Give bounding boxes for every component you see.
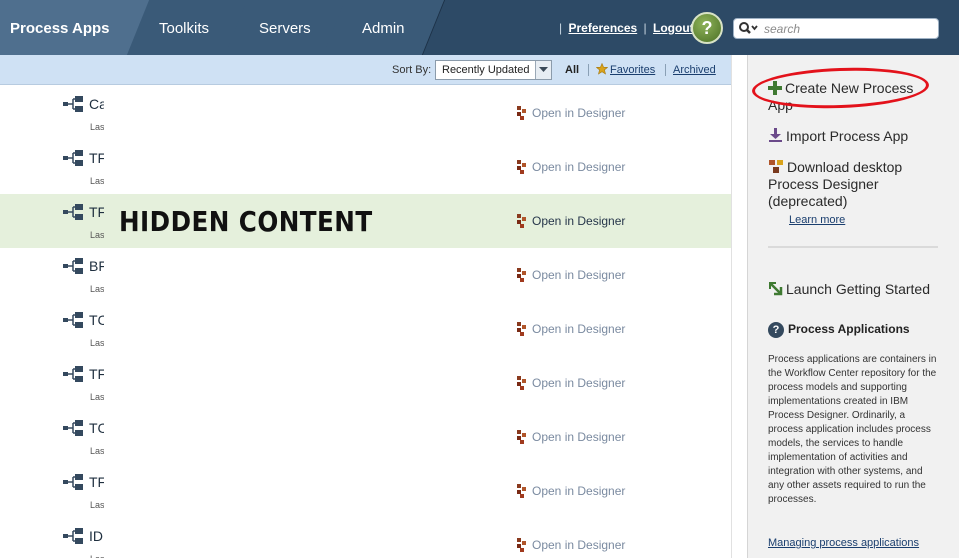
search-input[interactable]: [764, 21, 934, 36]
process-app-icon: [63, 528, 83, 544]
launch-getting-started-action[interactable]: Launch Getting Started: [768, 281, 930, 298]
launch-arrow-icon: [769, 282, 783, 296]
process-app-last-updated: Las: [90, 338, 105, 348]
process-app-icon: [63, 258, 83, 274]
hidden-content-label: HIDDEN CONTENT: [119, 205, 373, 238]
user-links: | Preferences | Logout: [556, 21, 694, 35]
top-navigation-bar: Process Apps Toolkits Servers Admin | Pr…: [0, 0, 959, 55]
open-in-designer-link[interactable]: Open in Designer: [516, 538, 625, 552]
import-process-app-action[interactable]: Import Process App: [768, 128, 908, 145]
download-line-2: Process Designer: [768, 176, 879, 192]
sort-by-label: Sort By:: [392, 64, 432, 76]
designer-icon: [517, 214, 526, 228]
import-icon: [769, 128, 782, 142]
open-in-designer-label: Open in Designer: [532, 322, 626, 336]
process-applications-description: Process applications are containers in t…: [768, 354, 937, 505]
filter-favorites-label: Favorites: [610, 64, 656, 76]
filter-favorites[interactable]: Favorites: [595, 62, 656, 76]
open-in-designer-label: Open in Designer: [532, 538, 626, 552]
process-app-last-updated: Las: [90, 554, 105, 558]
designer-icon: [517, 484, 526, 498]
tab-process-apps[interactable]: Process Apps: [10, 0, 110, 55]
filter-all[interactable]: All: [565, 64, 579, 76]
tab-servers[interactable]: Servers: [259, 0, 311, 55]
open-in-designer-label: Open in Designer: [532, 214, 626, 228]
open-in-designer-link[interactable]: Open in Designer: [516, 214, 625, 228]
divider: [665, 64, 666, 76]
link-separator: |: [643, 21, 647, 35]
process-app-last-updated: Las: [90, 446, 105, 456]
designer-icon: [517, 538, 526, 552]
process-app-last-updated: Las: [90, 284, 105, 294]
open-in-designer-label: Open in Designer: [532, 268, 626, 282]
redaction-mask: [104, 86, 511, 558]
sidebar: Create New Process App Import Process Ap…: [747, 55, 959, 558]
open-in-designer-link[interactable]: Open in Designer: [516, 376, 625, 390]
open-in-designer-link[interactable]: Open in Designer: [516, 322, 625, 336]
import-label: Import Process App: [786, 128, 909, 144]
process-app-last-updated: Las: [90, 176, 105, 186]
open-in-designer-link[interactable]: Open in Designer: [516, 106, 625, 120]
download-line-3: (deprecated): [768, 193, 848, 209]
process-applications-title: Process Applications: [788, 322, 910, 336]
open-in-designer-label: Open in Designer: [532, 484, 626, 498]
chevron-down-icon[interactable]: [535, 61, 551, 79]
designer-icon: [517, 268, 526, 282]
tab-toolkits[interactable]: Toolkits: [159, 0, 209, 55]
download-designer-action[interactable]: Download desktop Process Designer (depre…: [768, 159, 902, 210]
open-in-designer-label: Open in Designer: [532, 106, 626, 120]
open-in-designer-link[interactable]: Open in Designer: [516, 160, 625, 174]
preferences-link[interactable]: Preferences: [568, 21, 637, 35]
open-in-designer-label: Open in Designer: [532, 160, 626, 174]
link-separator: |: [559, 21, 563, 35]
process-app-last-updated: Las: [90, 392, 105, 402]
process-app-last-updated: Las: [90, 122, 105, 132]
tab-admin[interactable]: Admin: [362, 0, 405, 55]
open-in-designer-link[interactable]: Open in Designer: [516, 484, 625, 498]
open-in-designer-link[interactable]: Open in Designer: [516, 430, 625, 444]
search-icon[interactable]: [738, 21, 758, 36]
process-app-name[interactable]: ID: [89, 528, 103, 544]
search-box: [733, 18, 939, 39]
divider: [588, 64, 589, 76]
designer-icon: [517, 322, 526, 336]
process-app-icon: [63, 474, 83, 490]
designer-icon: [517, 160, 526, 174]
designer-icon: [517, 376, 526, 390]
help-icon[interactable]: ?: [691, 12, 723, 44]
star-icon: [595, 62, 609, 75]
list-scroll-gutter: [731, 55, 747, 558]
question-icon: ?: [768, 322, 784, 338]
sort-bar: Sort By: Recently Updated All Favorites …: [0, 55, 731, 85]
download-line-1: Download desktop: [787, 159, 903, 175]
process-app-icon: [63, 150, 83, 166]
process-app-last-updated: Las: [90, 230, 105, 240]
process-app-icon: [63, 204, 83, 220]
sort-select[interactable]: Recently Updated: [435, 60, 552, 80]
process-app-icon: [63, 312, 83, 328]
process-app-icon: [63, 366, 83, 382]
filter-archived[interactable]: Archived: [673, 64, 716, 76]
sidebar-divider: [768, 246, 938, 248]
launch-label: Launch Getting Started: [786, 281, 930, 297]
designer-icon: [517, 106, 526, 120]
managing-process-applications-link[interactable]: Managing process applications: [768, 537, 919, 549]
learn-more-link[interactable]: Learn more: [789, 214, 845, 226]
open-in-designer-label: Open in Designer: [532, 376, 626, 390]
download-designer-icon: [769, 160, 783, 173]
process-app-icon: [63, 420, 83, 436]
process-app-last-updated: Las: [90, 500, 105, 510]
open-in-designer-label: Open in Designer: [532, 430, 626, 444]
logout-link[interactable]: Logout: [653, 21, 694, 35]
open-in-designer-link[interactable]: Open in Designer: [516, 268, 625, 282]
designer-icon: [517, 430, 526, 444]
sort-select-value: Recently Updated: [442, 64, 530, 76]
process-app-icon: [63, 96, 83, 112]
